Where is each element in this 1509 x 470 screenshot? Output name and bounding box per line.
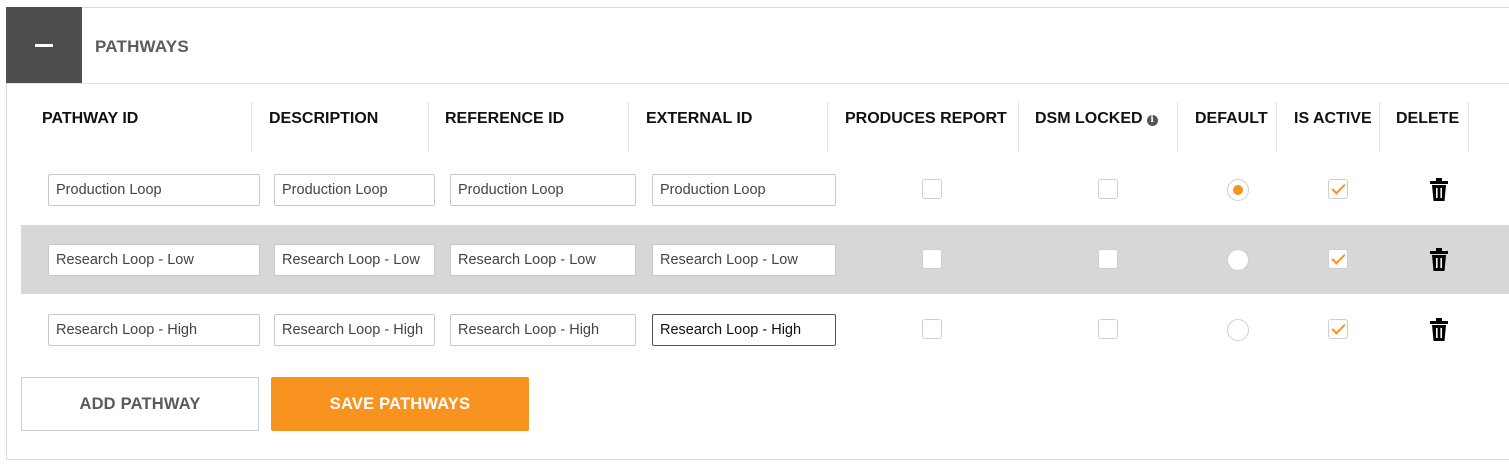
- column-divider: [1468, 102, 1469, 152]
- info-icon[interactable]: i: [1146, 115, 1158, 126]
- collapse-button[interactable]: [6, 7, 82, 83]
- description-input[interactable]: [274, 174, 435, 206]
- column-header-external-id: EXTERNAL ID: [646, 110, 753, 127]
- column-divider: [251, 102, 252, 152]
- description-input[interactable]: [274, 244, 435, 276]
- column-header-produces-report: PRODUCES REPORT: [845, 110, 1007, 127]
- pathway-id-input[interactable]: [48, 244, 260, 276]
- column-divider: [1018, 102, 1019, 152]
- column-header-dsm-locked: DSM LOCKED i: [1035, 110, 1158, 150]
- default-radio[interactable]: [1227, 249, 1249, 271]
- reference-id-input[interactable]: [450, 314, 636, 346]
- dsm-locked-checkbox[interactable]: [1098, 319, 1118, 339]
- dsm-locked-label: DSM LOCKED: [1035, 110, 1143, 127]
- reference-id-input[interactable]: [450, 244, 636, 276]
- panel-header: PATHWAYS: [6, 7, 1509, 84]
- column-header-reference-id: REFERENCE ID: [445, 110, 565, 127]
- produces-report-checkbox[interactable]: [922, 249, 942, 269]
- external-id-input[interactable]: [652, 244, 836, 276]
- save-pathways-button[interactable]: SAVE PATHWAYS: [271, 377, 529, 431]
- column-divider: [827, 102, 828, 152]
- produces-report-checkbox[interactable]: [922, 179, 942, 199]
- column-header-is-active: IS ACTIVE: [1294, 110, 1372, 127]
- column-divider: [1276, 102, 1277, 152]
- default-radio[interactable]: [1227, 179, 1249, 201]
- is-active-checkbox[interactable]: [1328, 249, 1348, 269]
- is-active-checkbox[interactable]: [1328, 179, 1348, 199]
- panel-title: PATHWAYS: [95, 37, 189, 56]
- external-id-input[interactable]: [652, 314, 836, 346]
- pathway-id-input[interactable]: [48, 174, 260, 206]
- dsm-locked-checkbox[interactable]: [1098, 179, 1118, 199]
- description-input[interactable]: [274, 314, 435, 346]
- pathway-id-input[interactable]: [48, 314, 260, 346]
- dsm-locked-checkbox[interactable]: [1098, 249, 1118, 269]
- minus-icon: [35, 43, 53, 47]
- default-radio[interactable]: [1227, 319, 1249, 341]
- column-header-delete: DELETE: [1396, 110, 1460, 127]
- external-id-input[interactable]: [652, 174, 836, 206]
- produces-report-checkbox[interactable]: [922, 319, 942, 339]
- reference-id-input[interactable]: [450, 174, 636, 206]
- column-header-description: DESCRIPTION: [269, 110, 379, 127]
- column-divider: [1379, 102, 1380, 152]
- column-header-default: DEFAULT: [1195, 110, 1268, 127]
- column-divider: [628, 102, 629, 152]
- trash-icon[interactable]: [1429, 178, 1449, 202]
- add-pathway-button[interactable]: ADD PATHWAY: [21, 377, 259, 431]
- trash-icon[interactable]: [1429, 318, 1449, 342]
- column-divider: [1177, 102, 1178, 152]
- trash-icon[interactable]: [1429, 248, 1449, 272]
- column-divider: [428, 102, 429, 152]
- is-active-checkbox[interactable]: [1328, 319, 1348, 339]
- column-header-pathway-id: PATHWAY ID: [42, 110, 139, 127]
